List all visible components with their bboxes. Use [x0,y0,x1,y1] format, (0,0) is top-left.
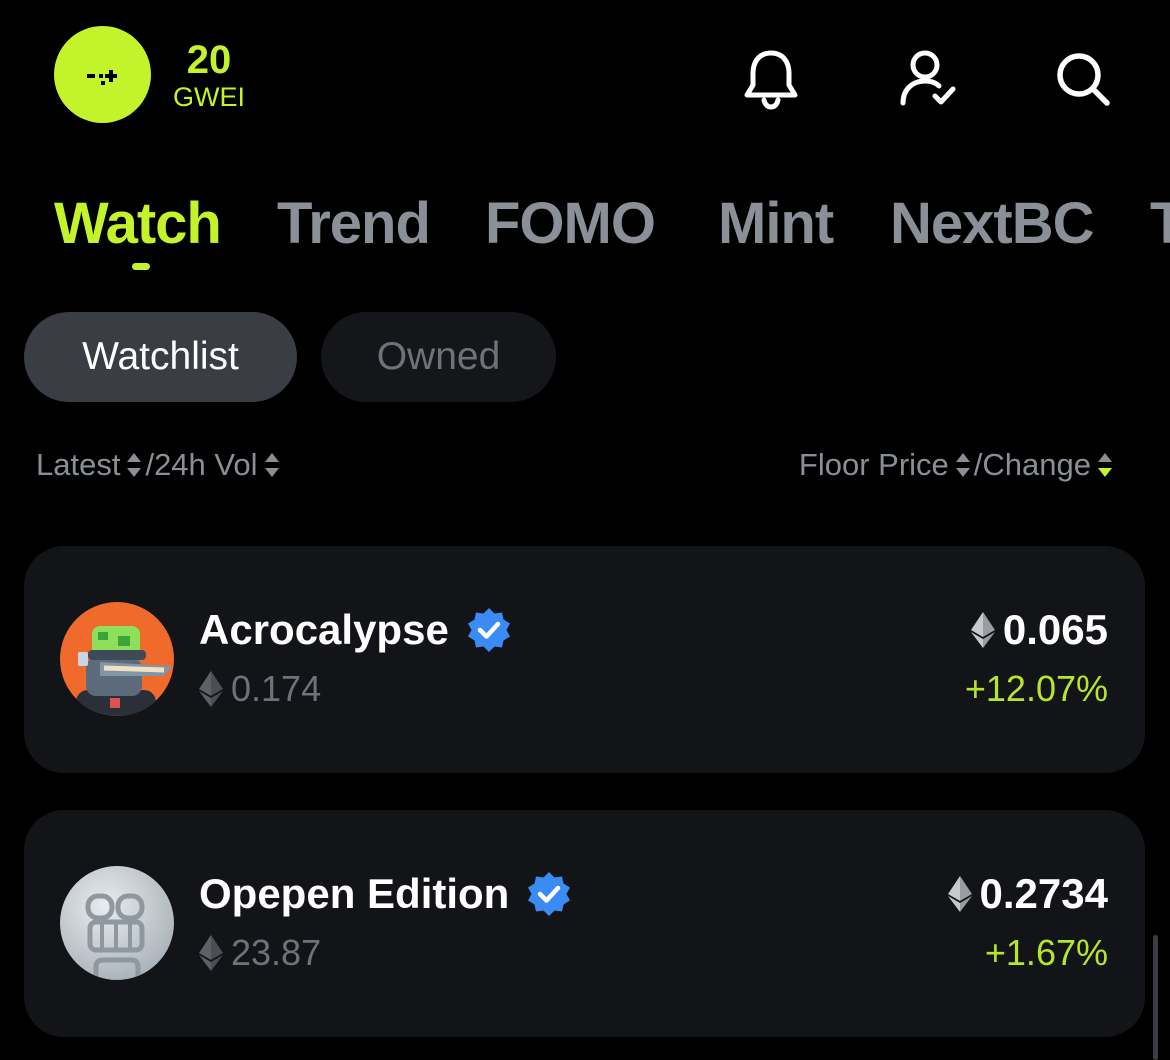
sort-arrows-active-icon[interactable] [1097,451,1113,479]
gas-logo-icon [54,26,151,123]
sort-floor-price[interactable]: Floor Price [799,447,949,483]
owned-toggle[interactable]: Owned [321,312,556,402]
eth-icon [199,935,223,971]
eth-icon [947,876,972,912]
sort-left-group: Latest /24h Vol [36,442,283,488]
price-change: +1.67% [984,932,1108,973]
floor-price: 0.065 [1002,606,1108,653]
floor-price: 0.2734 [979,870,1108,917]
active-tab-indicator [132,263,150,270]
verified-badge-icon [525,870,573,918]
collection-name: Acrocalypse [199,606,449,653]
collection-name-row: Acrocalypse [199,606,513,654]
scrollbar[interactable] [1153,935,1158,1060]
sort-latest[interactable]: Latest [36,447,120,483]
search-icon[interactable] [1046,42,1118,114]
sort-arrows-icon[interactable] [955,451,971,479]
collection-card[interactable]: Acrocalypse 0.174 0.065 +12.07% [24,546,1145,773]
floor-price-row: 0.065 [970,606,1108,654]
gas-value: 20 [186,37,232,82]
tab-trend[interactable]: Trend [277,188,431,260]
main-tabs: Watch Trend FOMO Mint NextBC T [54,188,1170,268]
tab-mint[interactable]: Mint [718,188,834,260]
collection-volume: 23.87 [231,932,322,973]
tab-fomo[interactable]: FOMO [485,188,656,260]
bell-icon[interactable] [735,42,807,114]
collection-name-row: Opepen Edition [199,870,573,918]
collection-card[interactable]: Opepen Edition 23.87 0.2734 +1.67% [24,810,1145,1037]
verified-badge-icon [465,606,513,654]
tab-nextbc[interactable]: NextBC [890,188,1094,260]
gas-readout: 20 GWEI [173,38,245,112]
sort-change[interactable]: /Change [974,447,1091,483]
sort-right-group: Floor Price /Change [799,442,1116,488]
eth-icon [199,671,223,707]
gas-tracker[interactable]: 20 GWEI [54,26,245,123]
collection-name: Opepen Edition [199,870,510,917]
collection-avatar [60,866,174,980]
sort-arrows-icon[interactable] [264,451,280,479]
floor-price-row: 0.2734 [947,870,1108,918]
price-change: +12.07% [964,668,1108,709]
sort-24h-vol[interactable]: /24h Vol [145,447,257,483]
gas-unit: GWEI [173,81,245,112]
tab-partial[interactable]: T [1150,188,1170,260]
sort-arrows-icon[interactable] [126,451,142,479]
collection-volume: 0.174 [231,668,322,709]
collection-volume-row: 0.174 [199,668,321,710]
watchlist-toggle[interactable]: Watchlist [24,312,297,402]
eth-icon [970,612,995,648]
collection-volume-row: 23.87 [199,932,321,974]
user-check-icon[interactable] [892,42,964,114]
collection-avatar [60,602,174,716]
tab-watch[interactable]: Watch [54,188,222,260]
